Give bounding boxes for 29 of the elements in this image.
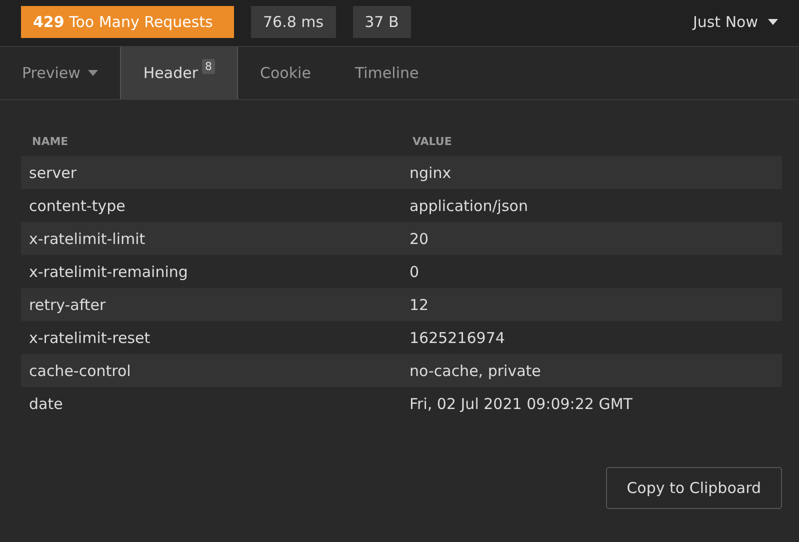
tab[interactable]: Cookie — [238, 47, 333, 99]
tab[interactable]: Preview — [0, 47, 120, 99]
table-cell-text: 0 — [408, 262, 420, 280]
table-cell-text: x-ratelimit-limit — [28, 230, 146, 248]
history-dropdown[interactable]: Just Now — [692, 13, 778, 31]
response-time: 76.8 ms — [251, 6, 336, 38]
caret-icon — [768, 19, 778, 25]
column-header: NAME — [31, 134, 70, 148]
table-cell-text: 1625216974 — [408, 328, 506, 346]
table-cell-text: 20 — [408, 230, 430, 248]
status-badge: 429 Too Many Requests — [21, 6, 234, 38]
tab[interactable]: Timeline — [332, 47, 441, 99]
table-cell-text: server — [28, 164, 78, 182]
table-cell-text: date — [28, 394, 64, 412]
table-cell-text: x-ratelimit-reset — [28, 328, 152, 346]
table-cell-text: application/json — [408, 196, 529, 214]
table-cell-text: no-cache, private — [408, 362, 542, 380]
column-header: VALUE — [412, 134, 453, 148]
count-badge: 8 — [202, 59, 216, 74]
table-cell-text: Fri, 02 Jul 2021 09:09:22 GMT — [408, 394, 634, 412]
table-cell-text: content-type — [28, 196, 126, 214]
tab[interactable]: Header 8 — [120, 47, 238, 99]
copy-button[interactable]: Copy to Clipboard — [606, 467, 782, 509]
table-cell-text: retry-after — [28, 296, 107, 314]
table-cell-text: x-ratelimit-remaining — [28, 262, 189, 280]
response-size: 37 B — [352, 6, 411, 38]
table-cell-text: nginx — [408, 164, 452, 182]
table-cell-text: cache-control — [28, 362, 132, 380]
table-cell-text: 12 — [408, 296, 430, 314]
